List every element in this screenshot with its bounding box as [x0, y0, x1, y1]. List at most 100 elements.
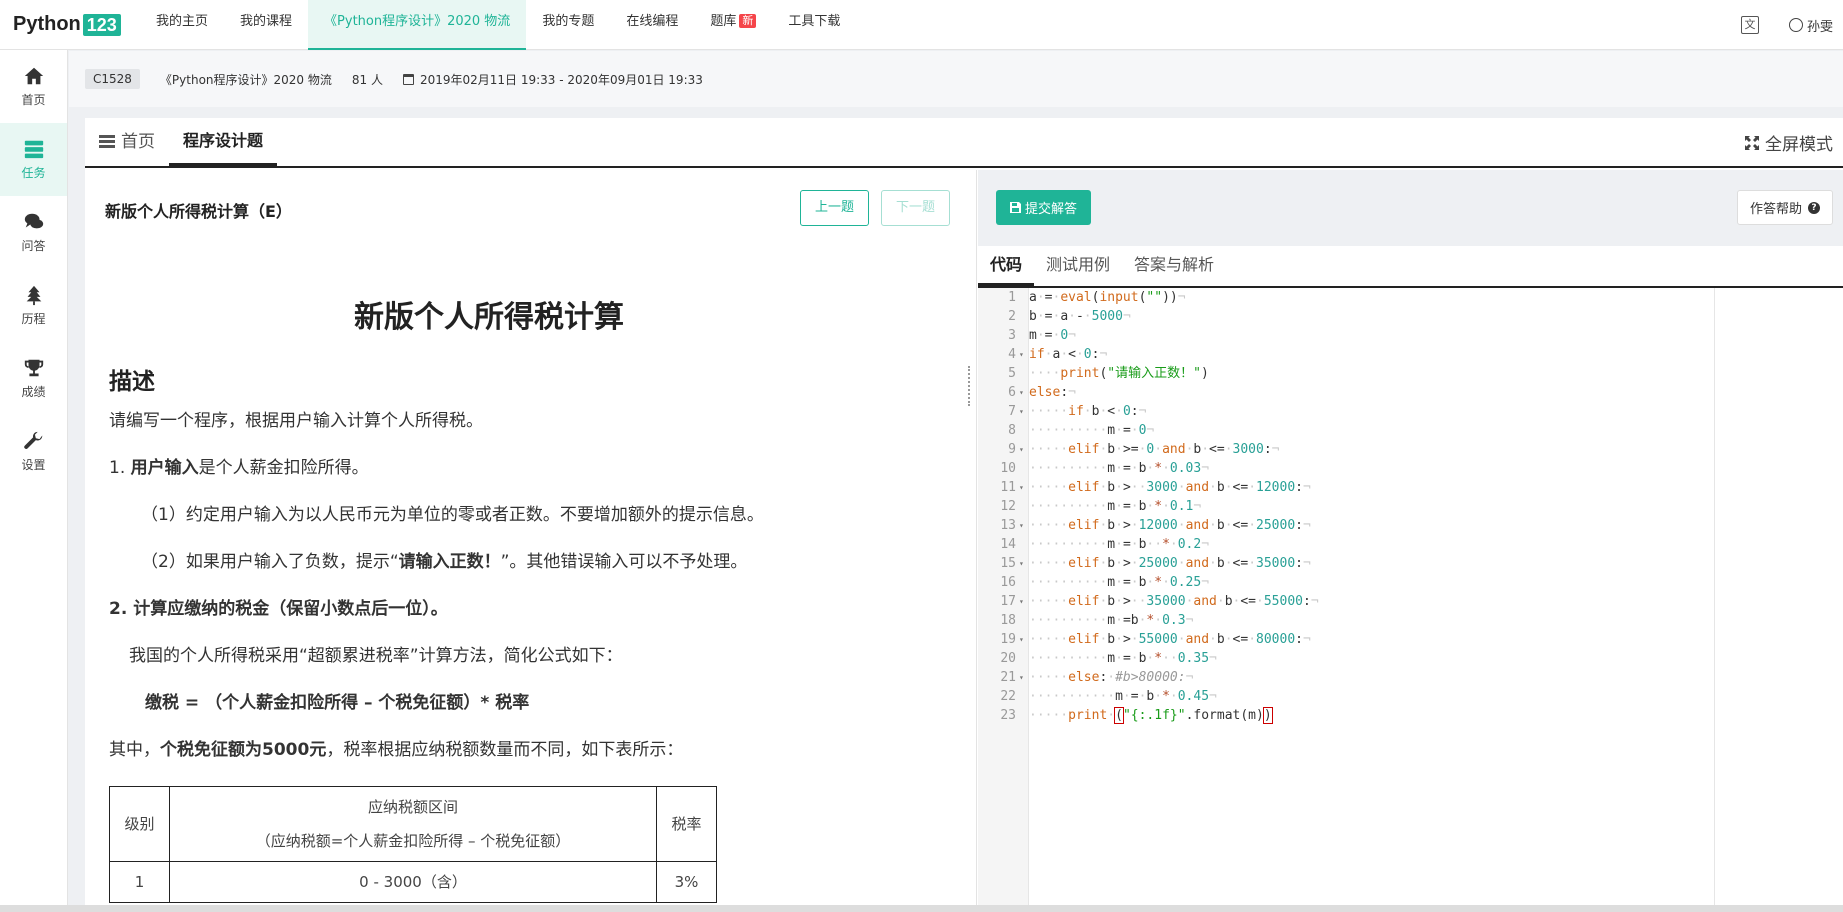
pane-splitter[interactable] — [968, 366, 972, 406]
code-line: 12 ··········m·=·b·*·0.1¬ — [1000, 499, 1202, 514]
sidebar-label: 成绩 — [21, 385, 46, 399]
nav-question-bank[interactable]: 题库新 — [694, 0, 772, 50]
main-panel: 首页 程序设计题 全屏模式 新版个人所得税计算（E） 上一题 下一题 新版个人所… — [85, 118, 1843, 912]
submit-button[interactable]: 提交解答 — [996, 190, 1092, 225]
tax-formula: 缴税 = （个人薪金扣险所得 – 个税免征额）* 税率 — [145, 693, 530, 713]
trophy-icon — [24, 359, 43, 377]
nav-my-home[interactable]: 我的主页 — [140, 0, 224, 50]
text: （2）如果用户输入了负数，提示“ — [141, 552, 399, 572]
fullscreen-button[interactable]: 全屏模式 — [1745, 130, 1833, 155]
nav-online-coding[interactable]: 在线编程 — [610, 0, 694, 50]
code-line: 1 a·=·eval(input(""))¬ — [1008, 290, 1186, 305]
tab-code[interactable]: 代码 — [978, 246, 1035, 286]
code-line: 20 ··········m·=·b·*··0.35¬ — [1000, 651, 1217, 666]
sidebar-label: 问答 — [21, 239, 46, 253]
course-name[interactable]: 《Python程序设计》2020 物流 — [160, 71, 332, 88]
logo-number: 123 — [82, 13, 121, 36]
tab-home[interactable]: 首页 — [85, 118, 169, 166]
sidebar-item-qa[interactable]: 问答 — [0, 196, 67, 269]
sidebar-item-history[interactable]: 历程 — [0, 269, 67, 342]
course-dates: 2019年02月11日 19:33 - 2020年09月01日 19:33 — [402, 71, 703, 88]
editor-pane: 提交解答 作答帮助 ? 代码 测试用例 答案与解析 1 a·=·eval(inpu… — [978, 170, 1843, 912]
code-line: 23 ·····print·("{:.1f}".format(m)) — [1000, 707, 1273, 724]
editor-toolbar: 提交解答 作答帮助 ? — [978, 170, 1843, 246]
text: 其中， — [109, 740, 160, 760]
task-icon — [24, 140, 43, 159]
bold-text: 个税免征额为5000元 — [160, 740, 327, 760]
sidebar-item-grades[interactable]: 成绩 — [0, 342, 67, 415]
code-line: 15 ▾ ·····elif·b·>·25000·and·b·<=·35000:¬ — [1000, 556, 1311, 571]
course-code: C1528 — [85, 69, 140, 89]
tree-icon — [26, 285, 41, 306]
course-date-range: 2019年02月11日 19:33 - 2020年09月01日 19:33 — [419, 72, 703, 87]
new-badge: 新 — [739, 13, 757, 28]
nav-my-topics[interactable]: 我的专题 — [526, 0, 610, 50]
course-members: 81 人 — [351, 72, 383, 87]
bold-text: 2. 计算应缴纳的税金 — [109, 599, 270, 619]
tab-programming[interactable]: 程序设计题 — [169, 118, 278, 166]
list-icon — [99, 135, 115, 148]
table-cell: 3% — [656, 861, 717, 903]
nav-tool-download[interactable]: 工具下载 — [772, 0, 856, 50]
wrench-icon — [23, 431, 42, 449]
code-line: 10 ··········m·=·b·*·0.03¬ — [1000, 461, 1210, 476]
tab-test-cases[interactable]: 测试用例 — [1034, 246, 1122, 286]
sidebar-item-settings[interactable]: 设置 — [0, 415, 67, 488]
sidebar-label: 任务 — [21, 166, 46, 180]
problem-title: 新版个人所得税计算 — [354, 300, 624, 335]
header-text: 应纳税额区间 — [367, 798, 458, 816]
tab-home-label: 首页 — [121, 132, 155, 152]
code-line: 2 b·=·a·-·5000¬ — [1008, 309, 1131, 324]
table-cell: 0 - 3000（含） — [169, 861, 657, 903]
code-line: 17 ▾ ·····elif·b·>··35000·and·b·<=·55000:¬ — [1000, 594, 1319, 609]
sidebar-label: 历程 — [21, 312, 46, 326]
code-line: 14 ··········m·=·b··*·0.2¬ — [1000, 537, 1210, 552]
save-icon — [1010, 202, 1021, 213]
table-header-row: 级别 应纳税额区间 （应纳税额=个人薪金扣险所得 – 个税免征额） 税率 — [109, 786, 717, 862]
code-line: 19 ▾ ·····elif·b·>·55000·and·b·<=·80000:¬ — [1000, 632, 1311, 647]
chat-icon — [24, 213, 43, 229]
desc-paragraph: 请编写一个程序，根据用户输入计算个人所得税。 — [109, 411, 483, 431]
translate-icon[interactable]: 文 — [1740, 16, 1759, 34]
calendar-icon — [402, 73, 414, 85]
code-line: 11 ▾ ·····elif·b·>··3000·and·b·<=·12000:¬ — [1000, 480, 1311, 495]
code-line: 5 ····print("请输入正数！") — [1008, 366, 1209, 381]
user-menu[interactable]: 孙雯 — [1788, 16, 1833, 35]
sidebar-item-home[interactable]: 首页 — [0, 50, 67, 123]
left-sidebar: 首页 任务 问答 历程 成绩 设置 — [0, 50, 68, 912]
nav-my-courses[interactable]: 我的课程 — [224, 0, 308, 50]
section-heading: 描述 — [109, 369, 155, 395]
list-number: 1. — [109, 458, 131, 478]
code-editor[interactable]: 1 a·=·eval(input(""))¬ 2 b·=·a·-·5000¬ 3 m·… — [978, 288, 1843, 912]
logo-text: Python — [13, 13, 81, 35]
code-tabs: 代码 测试用例 答案与解析 — [978, 246, 1843, 288]
text: 是个人薪金扣险所得。 — [198, 458, 369, 478]
fullscreen-label: 全屏模式 — [1765, 135, 1833, 155]
desc-paragraph: 其中，个税免征额为5000元，税率根据应纳税额数量而不同，如下表所示： — [109, 739, 869, 761]
problem-description: 新版个人所得税计算 描述 请编写一个程序，根据用户输入计算个人所得税。 1. 用… — [109, 292, 869, 903]
logo[interactable]: Python 123 — [0, 13, 140, 36]
sidebar-item-tasks[interactable]: 任务 — [0, 123, 67, 196]
code-line: 4 ▾ if·a·<·0:¬ — [1008, 347, 1108, 362]
table-cell: 1 — [109, 861, 170, 903]
nav-question-bank-label: 题库 — [710, 13, 737, 29]
sidebar-label: 首页 — [21, 93, 46, 107]
tab-answers[interactable]: 答案与解析 — [1122, 246, 1226, 286]
code-line: 18 ··········m·=b·*·0.3¬ — [1000, 613, 1194, 628]
next-problem-button[interactable]: 下一题 — [881, 190, 951, 226]
bold-text: （保留小数点后一位）。 — [269, 599, 448, 619]
sidebar-label: 设置 — [21, 458, 46, 472]
top-navbar: Python 123 我的主页 我的课程 《Python程序设计》2020 物流… — [0, 0, 1843, 50]
code-content[interactable]: 1 a·=·eval(input(""))¬ 2 b·=·a·-·5000¬ 3 m·… — [1000, 288, 1843, 912]
code-line: 8 ··········m·=·0¬ — [1008, 423, 1155, 438]
text: ，税率根据应纳税额数量而不同，如下表所示： — [326, 740, 684, 760]
prev-problem-button[interactable]: 上一题 — [800, 190, 870, 226]
nav-current-course[interactable]: 《Python程序设计》2020 物流 — [308, 0, 527, 50]
problem-pane: 新版个人所得税计算（E） 上一题 下一题 新版个人所得税计算 描述 请编写一个程… — [85, 170, 977, 912]
code-line: 21 ▾ ·····else:·#b>80000:¬ — [1000, 670, 1194, 685]
home-icon — [24, 67, 43, 85]
help-button[interactable]: 作答帮助 ? — [1736, 190, 1833, 225]
code-line: 3 m·=·0¬ — [1008, 328, 1076, 343]
submit-label: 提交解答 — [1025, 202, 1078, 217]
desc-paragraph: 1. 用户输入是个人薪金扣险所得。 — [109, 457, 869, 479]
